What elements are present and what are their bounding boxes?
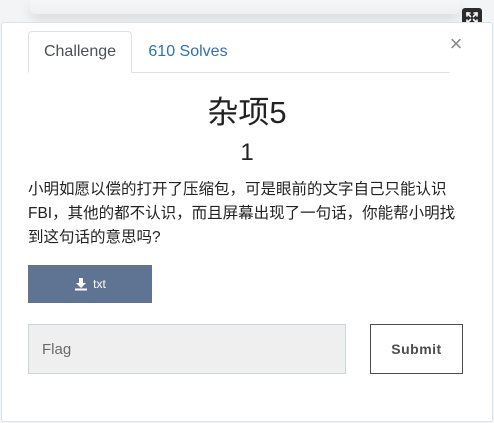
challenge-description: 小明如愿以偿的打开了压缩包，可是眼前的文字自己只能认识FBI，其他的都不认识，而… [28,181,456,246]
tab-solves[interactable]: 610 Solves [138,31,238,72]
challenge-points: 1 [240,139,254,166]
download-icon [75,278,88,291]
close-button[interactable]: × [446,33,466,55]
challenge-modal: Challenge 610 Solves × 杂项5 1 小明如愿以偿的打开了压… [1,22,493,422]
challenge-title: 杂项5 [207,95,287,130]
tab-challenge[interactable]: Challenge [28,31,132,73]
tab-bar: Challenge 610 Solves [28,31,450,73]
file-label: txt [93,277,106,291]
flag-input[interactable] [28,324,346,374]
backdrop-shadow [30,0,460,14]
download-file-button[interactable]: txt [28,265,152,303]
submit-button[interactable]: Submit [370,324,463,374]
